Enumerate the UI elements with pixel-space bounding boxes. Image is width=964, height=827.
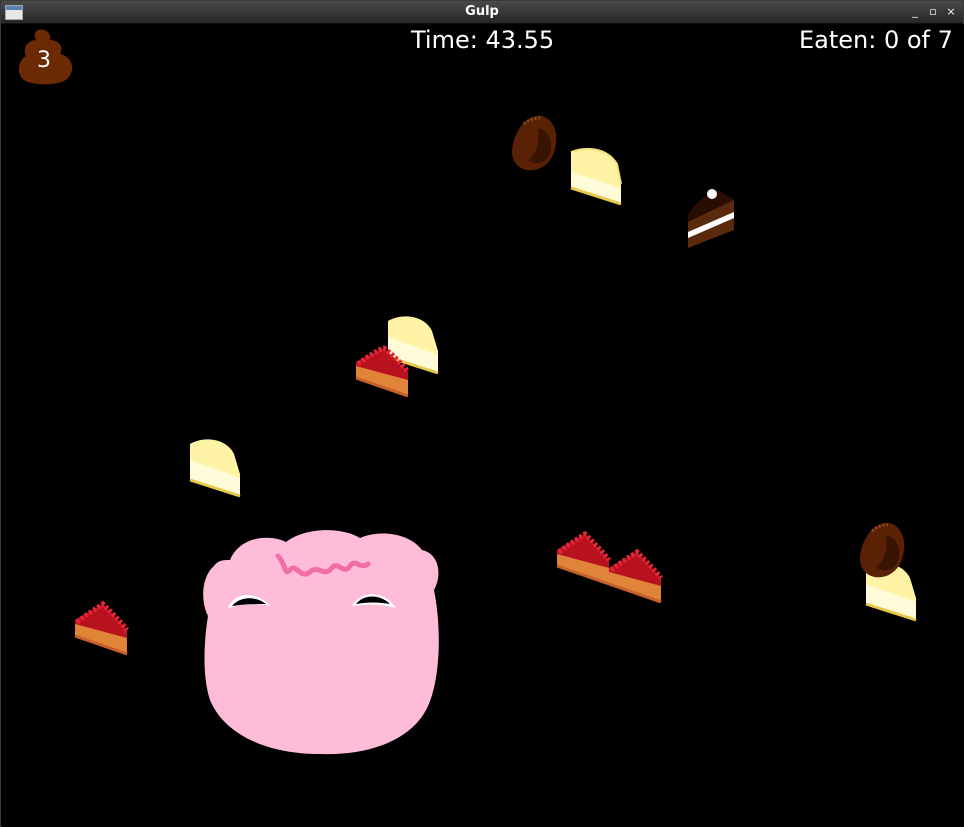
pink-monster-player[interactable] (200, 520, 444, 756)
eaten-counter: Eaten: 0 of 7 (799, 26, 953, 54)
title-bar[interactable]: Gulp _ ▫ × (1, 1, 963, 24)
game-window: Gulp _ ▫ × 3 Time: 43.55 Eaten: 0 of 7 (0, 0, 964, 827)
game-canvas[interactable]: 3 Time: 43.55 Eaten: 0 of 7 (2, 24, 964, 827)
strawberry-tart-slice (556, 530, 611, 586)
maximize-button[interactable]: ▫ (925, 3, 941, 21)
chocolate-drop (512, 115, 557, 171)
chocolate-cake-slice (688, 189, 734, 248)
cheesecake-slice (570, 147, 622, 206)
strawberry-tart-slice (355, 345, 410, 398)
minimize-button[interactable]: _ (907, 3, 923, 21)
close-button[interactable]: × (943, 3, 959, 21)
window-title: Gulp (465, 4, 499, 19)
strawberry-tart-slice (74, 600, 129, 656)
poop-count: 3 (37, 48, 51, 73)
time-readout: Time: 43.55 (411, 26, 555, 54)
chocolate-drop (860, 522, 905, 578)
poop-counter: 3 (16, 26, 76, 88)
strawberry-tart-slice (608, 548, 663, 604)
cheesecake-slice (189, 439, 241, 498)
